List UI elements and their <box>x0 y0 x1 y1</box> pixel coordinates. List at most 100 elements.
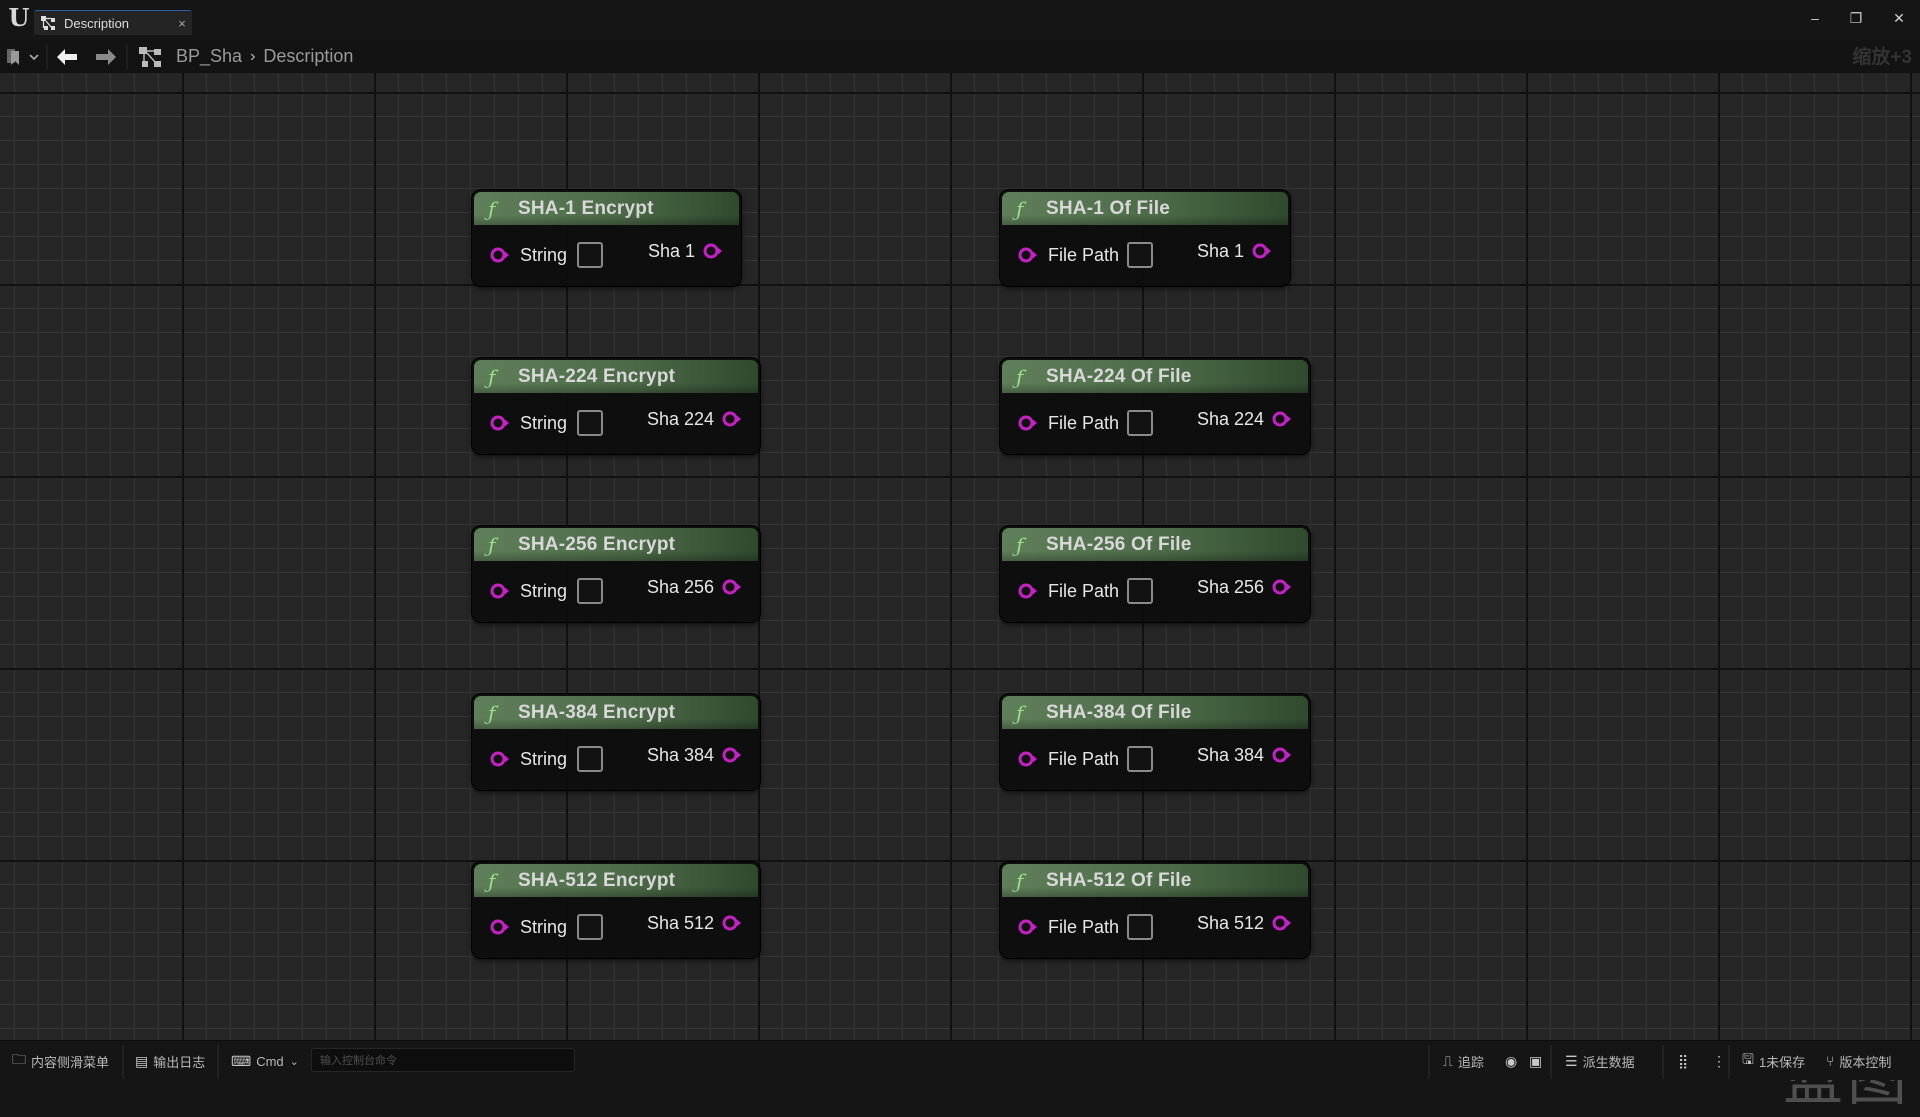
function-node[interactable]: ƒ SHA-256 Encrypt String Sha 256 <box>472 526 760 622</box>
breadcrumb-item-description[interactable]: Description <box>263 46 353 67</box>
output-pin[interactable] <box>722 411 742 427</box>
output-pin[interactable] <box>1252 243 1272 259</box>
output-pin-label: Sha 224 <box>1196 409 1264 429</box>
node-title: SHA-256 Of File <box>1046 533 1192 555</box>
trace-button[interactable]: ⎍ 追踪 <box>1443 1041 1484 1081</box>
output-pin-label: Sha 224 <box>646 409 714 429</box>
function-icon: ƒ <box>1016 700 1024 725</box>
output-pin[interactable] <box>1272 747 1292 763</box>
blueprint-graph-button[interactable] <box>138 40 162 73</box>
cmd-dropdown[interactable]: ⌨ Cmd ⌄ <box>231 1041 299 1081</box>
input-pin[interactable] <box>1018 583 1038 599</box>
function-node[interactable]: ƒ SHA-384 Encrypt String Sha 384 <box>472 694 760 790</box>
input-pin[interactable] <box>490 583 510 599</box>
close-window-button[interactable]: ✕ <box>1879 4 1919 32</box>
output-pin[interactable] <box>703 243 723 259</box>
node-header[interactable]: ƒ SHA-1 Encrypt <box>474 192 739 225</box>
function-node[interactable]: ƒ SHA-256 Of File File Path Sha 256 <box>1000 526 1310 622</box>
input-value-box[interactable] <box>577 242 603 268</box>
restore-button[interactable]: ❐ <box>1836 4 1876 32</box>
camera-icon: ▣ <box>1529 1052 1543 1069</box>
zoom-level-label: 缩放+3 <box>1852 47 1912 68</box>
blueprint-graph-canvas[interactable]: ƒ SHA-1 Encrypt String Sha 1 ƒ SHA-224 E… <box>0 73 1920 1114</box>
function-node[interactable]: ƒ SHA-1 Encrypt String Sha 1 <box>472 190 741 286</box>
forward-button[interactable] <box>95 40 117 73</box>
stats-button[interactable]: ⣿ <box>1678 1041 1693 1081</box>
breadcrumb-item-bp-sha[interactable]: BP_Sha <box>176 46 242 67</box>
node-header[interactable]: ƒ SHA-512 Of File <box>1002 864 1308 897</box>
output-pin[interactable] <box>1272 579 1292 595</box>
input-value-box[interactable] <box>577 578 603 604</box>
input-pin[interactable] <box>1018 919 1038 935</box>
function-node[interactable]: ƒ SHA-512 Encrypt String Sha 512 <box>472 862 760 958</box>
close-tab-icon[interactable]: × <box>172 16 192 31</box>
input-value-box[interactable] <box>577 410 603 436</box>
node-title: SHA-1 Of File <box>1046 197 1171 219</box>
node-header[interactable]: ƒ SHA-384 Of File <box>1002 696 1308 729</box>
console-command-input[interactable] <box>311 1048 575 1072</box>
output-pin-label: Sha 384 <box>646 745 714 765</box>
output-pin[interactable] <box>722 747 742 763</box>
node-header[interactable]: ƒ SHA-224 Encrypt <box>474 360 758 393</box>
node-header[interactable]: ƒ SHA-224 Of File <box>1002 360 1308 393</box>
output-pin[interactable] <box>722 579 742 595</box>
tab-description[interactable]: Description × <box>34 10 192 35</box>
tab-label: Description <box>64 15 130 31</box>
input-pin-label: File Path <box>1048 245 1120 265</box>
node-header[interactable]: ƒ SHA-256 Of File <box>1002 528 1308 561</box>
more-vertical-icon: ⋮ <box>1712 1052 1726 1069</box>
input-value-box[interactable] <box>1127 578 1153 604</box>
node-title: SHA-384 Encrypt <box>518 701 676 723</box>
input-pin-label: String <box>520 749 568 769</box>
input-value-box[interactable] <box>1127 746 1153 772</box>
input-pin[interactable] <box>490 751 510 767</box>
node-header[interactable]: ƒ SHA-384 Encrypt <box>474 696 758 729</box>
trace-snapshot-button[interactable]: ▣ <box>1529 1041 1547 1081</box>
derived-data-icon: ☰ <box>1565 1052 1578 1069</box>
node-header[interactable]: ƒ SHA-512 Encrypt <box>474 864 758 897</box>
derived-data-button[interactable]: ☰ 派生数据 <box>1565 1041 1635 1081</box>
output-pin-label: Sha 1 <box>647 241 695 261</box>
node-header[interactable]: ƒ SHA-256 Encrypt <box>474 528 758 561</box>
input-pin-label: String <box>520 581 568 601</box>
input-pin[interactable] <box>490 415 510 431</box>
node-title: SHA-1 Encrypt <box>518 197 654 219</box>
output-pin-label: Sha 256 <box>646 577 714 597</box>
input-pin[interactable] <box>1018 415 1038 431</box>
back-button[interactable] <box>56 40 78 73</box>
input-pin[interactable] <box>1018 247 1038 263</box>
output-log-button[interactable]: ▤ 输出日志 <box>135 1041 205 1081</box>
function-node[interactable]: ƒ SHA-384 Of File File Path Sha 384 <box>1000 694 1310 790</box>
content-drawer-label: 内容侧滑菜单 <box>31 1054 110 1070</box>
function-node[interactable]: ƒ SHA-1 Of File File Path Sha 1 <box>1000 190 1290 286</box>
minimize-button[interactable]: – <box>1795 4 1835 32</box>
input-value-box[interactable] <box>577 746 603 772</box>
input-pin[interactable] <box>1018 751 1038 767</box>
function-node[interactable]: ƒ SHA-224 Of File File Path Sha 224 <box>1000 358 1310 454</box>
breadcrumb: BP_Sha › Description <box>176 40 353 73</box>
output-pin[interactable] <box>722 915 742 931</box>
cmd-label: Cmd <box>256 1053 284 1069</box>
input-pin[interactable] <box>490 247 510 263</box>
bookmarks-button[interactable] <box>6 40 40 73</box>
input-pin[interactable] <box>490 919 510 935</box>
content-drawer-button[interactable]: 🗀 内容侧滑菜单 <box>12 1041 109 1081</box>
trace-label: 追踪 <box>1457 1054 1484 1070</box>
output-pin[interactable] <box>1272 411 1292 427</box>
input-value-box[interactable] <box>1127 242 1153 268</box>
input-value-box[interactable] <box>1127 914 1153 940</box>
output-pin[interactable] <box>1272 915 1292 931</box>
source-control-button[interactable]: ⑂ 版本控制 <box>1826 1041 1891 1081</box>
unsaved-button[interactable]: 🖫 1未保存 <box>1742 1041 1805 1081</box>
trace-record-button[interactable]: ◉ <box>1505 1041 1522 1081</box>
input-value-box[interactable] <box>1127 410 1153 436</box>
node-title: SHA-256 Encrypt <box>518 533 676 555</box>
function-icon: ƒ <box>1016 868 1024 893</box>
input-value-box[interactable] <box>577 914 603 940</box>
function-node[interactable]: ƒ SHA-224 Encrypt String Sha 224 <box>472 358 760 454</box>
function-icon: ƒ <box>488 532 496 557</box>
unreal-logo-icon[interactable]: U <box>6 4 32 32</box>
node-header[interactable]: ƒ SHA-1 Of File <box>1002 192 1288 225</box>
bookmark-icon <box>7 48 19 65</box>
function-node[interactable]: ƒ SHA-512 Of File File Path Sha 512 <box>1000 862 1310 958</box>
